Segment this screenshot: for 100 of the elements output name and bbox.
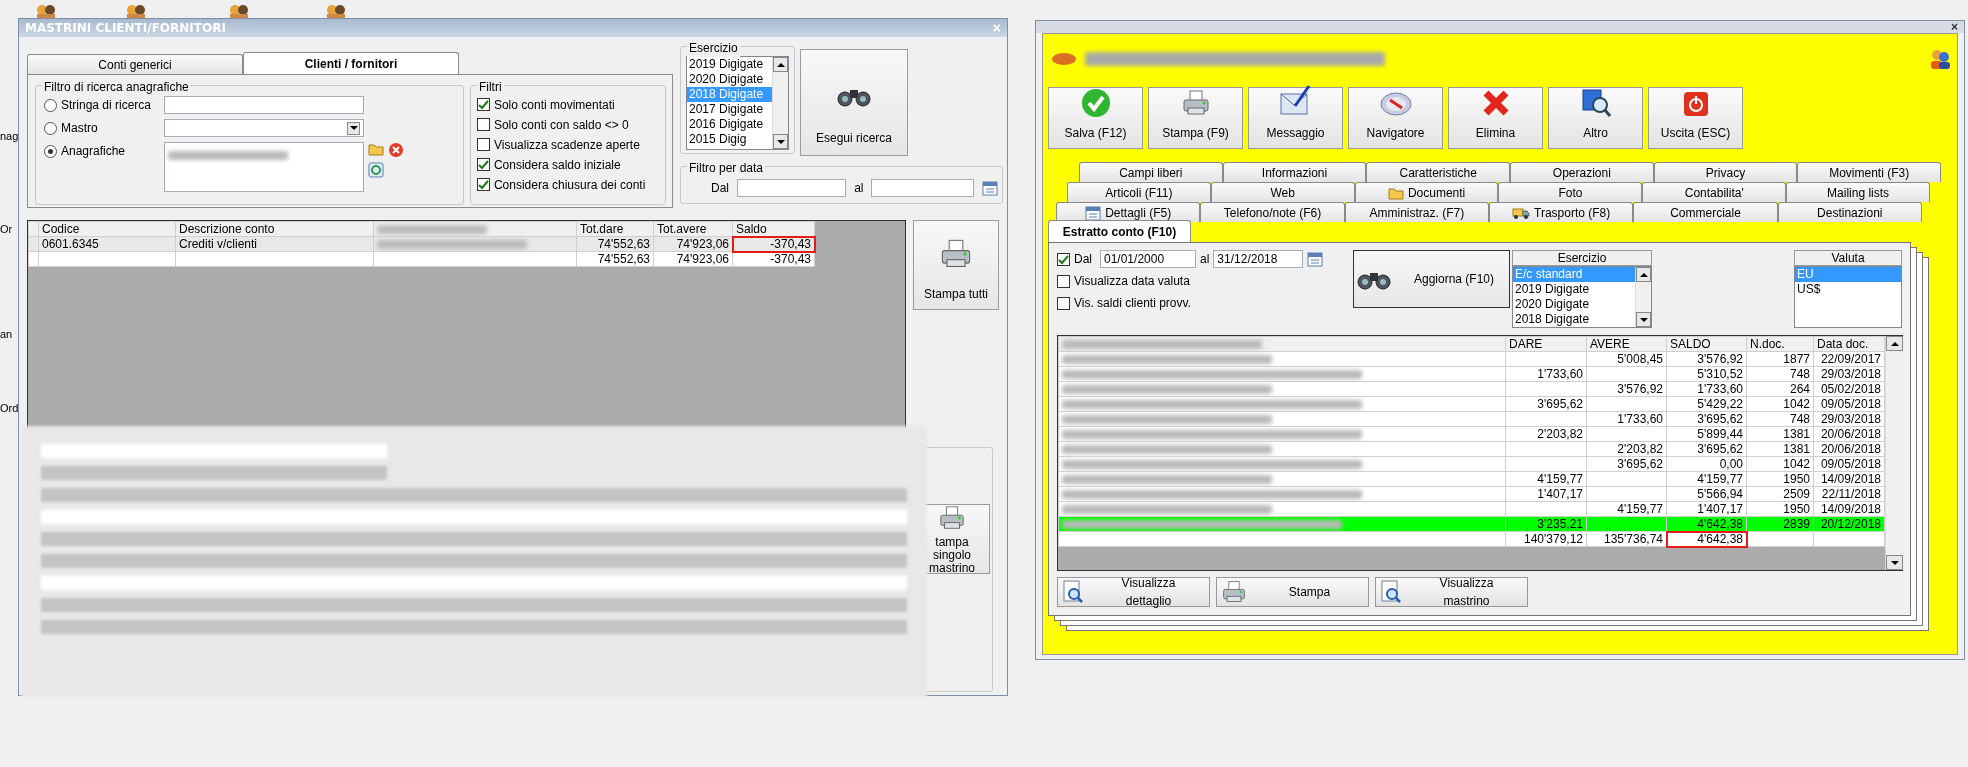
tab[interactable]: Destinazioni [1777,202,1922,222]
tab[interactable]: Dettagli (F5) [1056,202,1201,222]
dropdown-field[interactable] [164,119,364,137]
checkbox[interactable] [1057,252,1070,266]
toolbar-button[interactable]: Stampa (F9) [1148,87,1243,149]
toolbar-button[interactable]: Salva (F12) [1048,87,1143,149]
list-item[interactable]: 2020 Digigate [1513,297,1635,312]
list-box[interactable]: EU US$ [1794,266,1902,328]
print-all-button[interactable]: Stampa tutti [913,220,999,310]
check-mark-icon [477,179,489,190]
table-row[interactable]: 0601.6345 Crediti v/clienti 74'552,63 74'923,06 -370,43 [28,236,815,252]
checkbox[interactable] [476,98,490,111]
scrollbar[interactable] [1635,267,1651,327]
tab[interactable]: Documenti [1354,182,1499,202]
logo-icon [1051,52,1077,66]
column-header[interactable]: Data doc. [1813,336,1885,352]
list-title: Esercizio [1512,250,1652,266]
tab[interactable]: Commerciale [1633,202,1778,222]
radio-button[interactable] [44,144,57,158]
date-field[interactable]: 31/12/2018 [1213,250,1304,268]
toolbar-button[interactable]: Messaggio [1248,87,1343,149]
radio-label: Mastro [61,120,98,137]
list-item[interactable]: 2019 Digigate [687,57,772,72]
tab[interactable]: Campi liberi [1079,162,1223,182]
date-field[interactable] [871,179,974,197]
tab[interactable]: Caratteristiche [1366,162,1510,182]
tab[interactable]: Operazioni [1510,162,1654,182]
date-field[interactable] [737,179,847,197]
checkbox[interactable] [476,178,490,191]
column-header[interactable]: Descrizione conto [175,221,374,237]
toolbar-button[interactable]: Altro [1548,87,1643,149]
column-header[interactable]: Codice [38,221,176,237]
delete-icon[interactable] [388,142,404,158]
close-button[interactable]: × [1949,20,1960,34]
tab[interactable]: Trasporto (F8) [1489,202,1634,222]
column-header[interactable]: N.doc. [1746,336,1814,352]
label-text: Or [0,222,13,237]
list-item[interactable]: 2019 Digigate [1513,282,1635,297]
checkbox-label: Visualizza data valuta [1074,273,1190,290]
list-item[interactable]: 2016 Digigate [687,117,772,132]
calendar-icon[interactable] [1307,251,1324,267]
column-header[interactable]: SALDO [1666,336,1747,352]
column-header[interactable]: AVERE [1586,336,1667,352]
check-icon [1080,88,1111,118]
search-button[interactable]: Esegui ricerca [800,49,908,156]
list-box[interactable]: 2019 Digigate 2020 Digigate 2018 Digigate 2017 Digigate 2016 Digigate 2015 Digig [686,56,789,150]
action-button[interactable]: Visualizza mastrino [1375,577,1528,607]
column-header[interactable]: Tot.dare [576,221,654,237]
tab[interactable]: Articoli (F11) [1067,182,1211,202]
list-field[interactable] [164,142,364,192]
scrollbar[interactable] [1885,336,1903,570]
list-item[interactable]: 2017 Digigate [687,102,772,117]
label-text: an [0,327,13,342]
table-cell: -370,43 [732,236,815,252]
column-header[interactable]: Tot.avere [653,221,733,237]
field-label: al [1200,251,1210,268]
list-box[interactable]: E/c standard 2019 Digigate 2020 Digigate 2018 Digigate [1512,266,1652,328]
tab[interactable]: Conti generici [27,54,243,74]
column-header[interactable]: Saldo [732,221,815,237]
tab[interactable]: Informazioni [1222,162,1367,182]
field-label: Dal [711,180,729,197]
tab[interactable]: Estratto conto (F10) [1048,220,1191,242]
radio-button[interactable] [44,121,57,135]
calendar-icon [1085,204,1102,221]
toolbar-button[interactable]: Elimina [1448,87,1543,149]
tab[interactable]: Mailing lists [1786,182,1930,202]
checkbox[interactable] [476,118,490,131]
text-field[interactable] [164,96,364,114]
action-button[interactable]: Stampa [1216,577,1369,607]
tab[interactable]: Privacy [1653,162,1798,182]
radio-button[interactable] [44,98,57,112]
date-field[interactable]: 01/01/2000 [1100,250,1196,268]
tab[interactable]: Contabilita' [1642,182,1787,202]
tab[interactable]: Telefono/note (F6) [1200,202,1345,222]
tab[interactable]: Web [1210,182,1355,202]
checkbox[interactable] [476,138,490,151]
calendar-icon[interactable] [982,180,998,196]
toolbar-button[interactable]: Uscita (ESC) [1648,87,1743,149]
table-row[interactable]: 74'552,63 74'923,06 -370,43 [28,251,815,267]
list-item[interactable]: 2015 Digig [687,132,772,147]
list-item[interactable]: 2018 Digigate [1513,312,1635,327]
tab[interactable]: Amministraz. (F7) [1344,202,1489,222]
tab[interactable]: Foto [1498,182,1643,202]
checkbox[interactable] [1057,274,1070,288]
people-icon [325,4,347,18]
action-button[interactable]: Visualizza dettaglio [1057,577,1210,607]
tab[interactable]: Clienti / fornitori [243,52,459,74]
document-search-icon [1380,580,1402,604]
checkbox[interactable] [476,158,490,171]
list-item[interactable]: US$ [1795,282,1901,297]
list-item[interactable]: 2020 Digigate [687,72,772,87]
scrollbar[interactable] [772,57,788,149]
printer-icon [1221,579,1247,605]
refresh-icon[interactable] [368,162,384,178]
update-button[interactable]: Aggiorna (F10) [1353,250,1510,308]
toolbar-button[interactable]: Navigatore [1348,87,1443,149]
tab[interactable]: Movimenti (F3) [1797,162,1942,182]
column-header[interactable]: DARE [1505,336,1587,352]
checkbox[interactable] [1057,296,1070,310]
folder-icon[interactable] [368,142,384,156]
